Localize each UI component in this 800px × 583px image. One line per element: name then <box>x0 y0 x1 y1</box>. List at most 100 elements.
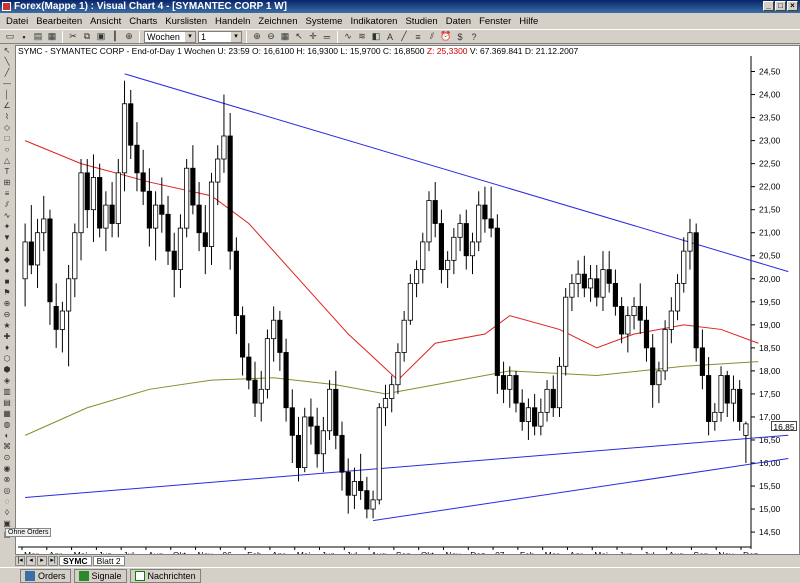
candle-up[interactable] <box>556 365 563 409</box>
drawing-tool-6-icon[interactable]: ∠ <box>1 100 13 111</box>
drawing-tool-15-icon[interactable]: ⫽ <box>1 199 13 210</box>
menu-item-kurslisten[interactable]: Kurslisten <box>161 16 211 27</box>
study-icon[interactable]: ≋ <box>356 31 368 43</box>
candle-up[interactable] <box>445 259 451 270</box>
multiplier-select[interactable]: 1 ▾ <box>198 30 242 43</box>
save-icon[interactable]: ▪ <box>18 31 30 43</box>
candle-up[interactable] <box>587 278 594 289</box>
ruler-icon[interactable]: ═ <box>321 31 333 43</box>
open-icon[interactable]: ▭ <box>4 31 16 43</box>
drawing-tool-34-icon[interactable]: ▦ <box>1 408 13 419</box>
candle-down[interactable] <box>190 167 196 206</box>
candle-up[interactable] <box>525 407 531 422</box>
candle-up[interactable] <box>395 352 401 386</box>
candle-up[interactable] <box>153 204 159 229</box>
menu-item-datei[interactable]: Datei <box>2 16 32 27</box>
candle-down[interactable] <box>28 241 34 266</box>
last-sheet-button[interactable]: ▸| <box>48 555 58 566</box>
menu-item-ansicht[interactable]: Ansicht <box>86 16 125 27</box>
candle-up[interactable] <box>575 273 581 284</box>
candle-down[interactable] <box>308 416 314 427</box>
candle-down[interactable] <box>532 407 538 427</box>
menu-item-daten[interactable]: Daten <box>442 16 475 27</box>
candle-up[interactable] <box>407 282 413 321</box>
period-select[interactable]: Wochen ▾ <box>144 30 196 43</box>
candle-up[interactable] <box>389 384 395 399</box>
candle-down[interactable] <box>358 481 364 492</box>
candle-down[interactable] <box>463 223 469 257</box>
candle-up[interactable] <box>600 269 606 298</box>
drawing-tool-39-icon[interactable]: ◉ <box>1 463 13 474</box>
zoom-icon[interactable]: ⊕ <box>123 31 135 43</box>
signals-tab[interactable]: Signale <box>73 568 127 583</box>
candle-down[interactable] <box>53 306 59 330</box>
candle-down[interactable] <box>295 434 302 469</box>
zoom-out-icon[interactable]: ⊖ <box>265 31 277 43</box>
text-tool-icon[interactable]: A <box>384 31 396 43</box>
candle-down[interactable] <box>345 471 351 496</box>
candle-down[interactable] <box>333 388 339 436</box>
candle-up[interactable] <box>401 319 407 353</box>
drawing-tool-30-icon[interactable]: ⬢ <box>1 364 13 375</box>
drawing-tool-28-icon[interactable]: ♦ <box>1 342 13 353</box>
color-icon[interactable]: ◧ <box>370 31 382 43</box>
drawing-tool-23-icon[interactable]: ⚑ <box>1 287 13 298</box>
candle-up[interactable] <box>625 315 631 335</box>
candle-down[interactable] <box>606 269 612 284</box>
crosshair-icon[interactable]: ✛ <box>307 31 319 43</box>
candle-down[interactable] <box>283 352 289 409</box>
candle-up[interactable] <box>457 223 463 238</box>
drawing-tool-22-icon[interactable]: ■ <box>1 276 13 287</box>
drawing-tool-43-icon[interactable]: ◊ <box>1 507 13 518</box>
minimize-button[interactable]: _ <box>763 1 774 11</box>
line-tool-icon[interactable]: ╱ <box>398 31 410 43</box>
menu-item-charts[interactable]: Charts <box>125 16 161 27</box>
drawing-tool-20-icon[interactable]: ◆ <box>1 254 13 265</box>
drawing-tool-7-icon[interactable]: ⌇ <box>1 111 13 122</box>
menu-item-hilfe[interactable]: Hilfe <box>515 16 542 27</box>
candle-down[interactable] <box>47 218 53 303</box>
help-icon[interactable]: ? <box>468 31 480 43</box>
drawing-tool-11-icon[interactable]: △ <box>1 155 13 166</box>
candle-down[interactable] <box>432 200 438 224</box>
candle-up[interactable] <box>103 204 109 229</box>
candle-down[interactable] <box>737 388 743 422</box>
candle-down[interactable] <box>227 135 233 252</box>
trendline-3[interactable] <box>372 458 789 522</box>
paste-icon[interactable]: ▣ <box>95 31 107 43</box>
candle-up[interactable] <box>730 388 737 404</box>
next-sheet-button[interactable]: ▸ <box>37 555 47 566</box>
candle-down[interactable] <box>364 490 370 510</box>
drawing-tool-36-icon[interactable]: ◐ <box>1 430 13 441</box>
drawing-tool-8-icon[interactable]: ◇ <box>1 122 13 133</box>
candle-up[interactable] <box>662 329 668 372</box>
candle-up[interactable] <box>469 241 476 257</box>
cut-icon[interactable]: ✂ <box>67 31 79 43</box>
candle-down[interactable] <box>109 204 115 224</box>
candle-down[interactable] <box>438 223 444 270</box>
candle-down[interactable] <box>513 375 519 404</box>
candle-down[interactable] <box>159 204 165 215</box>
candle-up[interactable] <box>451 236 457 261</box>
alarm-icon[interactable]: ⏰ <box>440 31 452 43</box>
candle-up[interactable] <box>656 370 662 386</box>
candle-up[interactable] <box>569 282 575 298</box>
menu-item-systeme[interactable]: Systeme <box>301 16 346 27</box>
drawing-tool-2-icon[interactable]: ╲ <box>1 56 13 67</box>
candle-up[interactable] <box>668 310 674 330</box>
candle-up[interactable] <box>370 499 376 510</box>
drawing-tool-37-icon[interactable]: ⌘ <box>1 441 13 452</box>
candle-up[interactable] <box>382 398 389 409</box>
candle-down[interactable] <box>202 232 208 247</box>
candle-up[interactable] <box>426 200 432 243</box>
drawing-tool-18-icon[interactable]: ▼ <box>1 232 13 243</box>
candle-down[interactable] <box>140 172 146 192</box>
candle-down[interactable] <box>146 190 152 229</box>
drawing-tool-5-icon[interactable]: │ <box>1 89 13 100</box>
channel-icon[interactable]: ⫽ <box>426 31 438 43</box>
drawing-tool-13-icon[interactable]: ⊞ <box>1 177 13 188</box>
candle-down[interactable] <box>500 375 507 390</box>
candle-down[interactable] <box>724 375 730 404</box>
drawing-tool-31-icon[interactable]: ◈ <box>1 375 13 386</box>
chart-type-icon[interactable]: ┃ <box>109 31 121 43</box>
